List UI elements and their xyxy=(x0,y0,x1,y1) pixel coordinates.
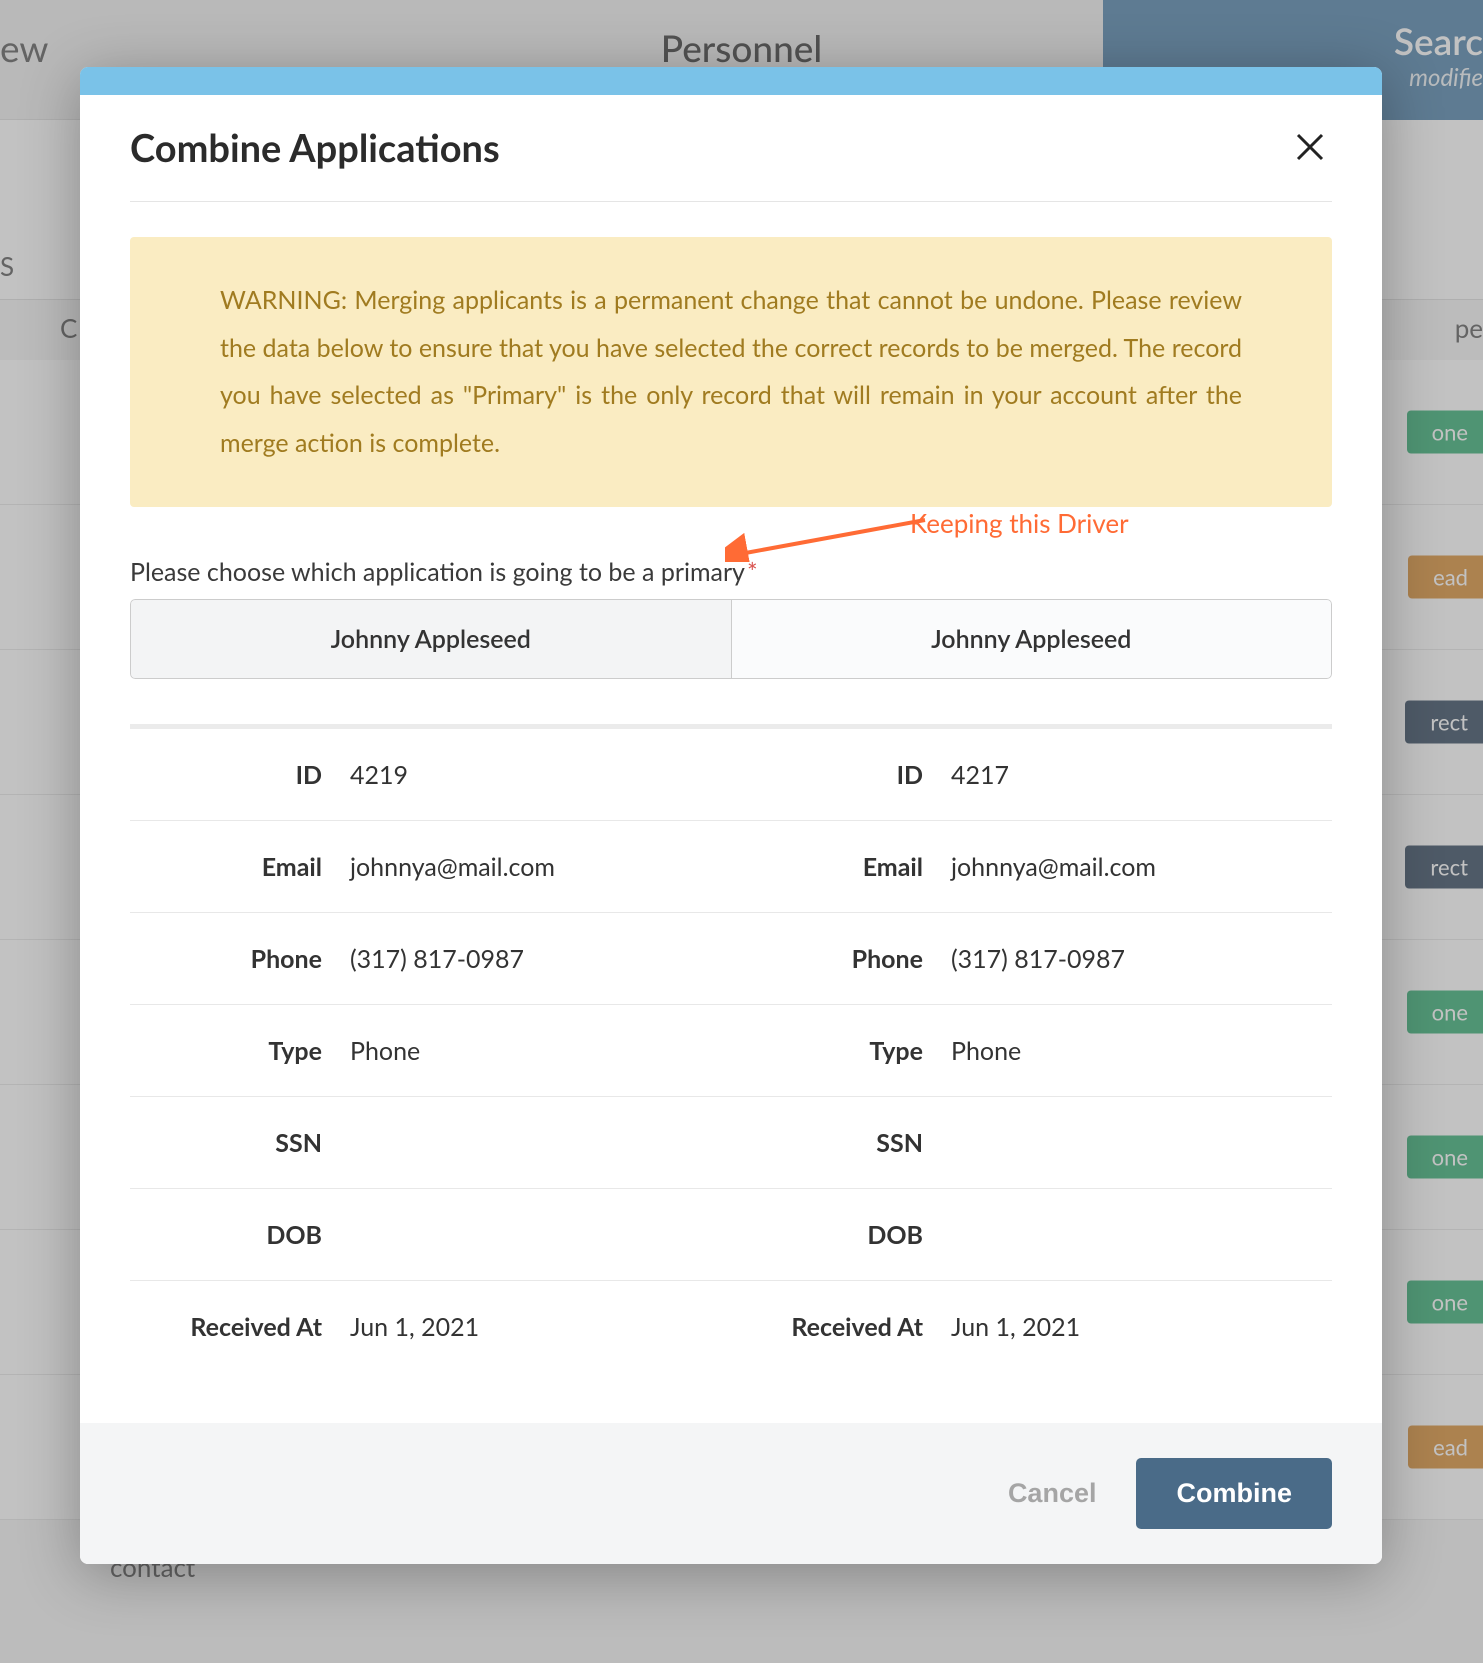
row-ssn: SSN xyxy=(130,1097,731,1189)
row-dob: DOB xyxy=(130,1189,731,1281)
choose-primary-text: Please choose which application is going… xyxy=(130,557,745,587)
left-column: ID 4219 Email johnnya@mail.com Phone (31… xyxy=(130,729,731,1373)
row-type: Type Phone xyxy=(731,1005,1332,1097)
value-phone-left: (317) 817-0987 xyxy=(350,944,524,974)
label-received: Received At xyxy=(731,1312,951,1342)
row-type: Type Phone xyxy=(130,1005,731,1097)
modal-header: Combine Applications xyxy=(80,95,1382,201)
value-email-right: johnnya@mail.com xyxy=(951,852,1156,882)
label-id: ID xyxy=(130,760,350,790)
row-ssn: SSN xyxy=(731,1097,1332,1189)
label-phone: Phone xyxy=(130,944,350,974)
primary-option-left[interactable]: Johnny Appleseed xyxy=(130,599,732,679)
value-email-left: johnnya@mail.com xyxy=(350,852,555,882)
label-dob: DOB xyxy=(731,1220,951,1250)
label-id: ID xyxy=(731,760,951,790)
label-type: Type xyxy=(130,1036,350,1066)
close-icon xyxy=(1294,131,1326,163)
comparison-grid: ID 4219 Email johnnya@mail.com Phone (31… xyxy=(130,729,1332,1373)
annotation-arrow-icon xyxy=(725,512,935,562)
combine-button[interactable]: Combine xyxy=(1136,1458,1332,1529)
right-column: ID 4217 Email johnnya@mail.com Phone (31… xyxy=(731,729,1332,1373)
row-email: Email johnnya@mail.com xyxy=(731,821,1332,913)
row-id: ID 4219 xyxy=(130,729,731,821)
cancel-button[interactable]: Cancel xyxy=(1008,1478,1097,1509)
label-email: Email xyxy=(731,852,951,882)
modal-title: Combine Applications xyxy=(130,125,500,171)
modal-footer: Cancel Combine xyxy=(80,1423,1382,1564)
row-dob: DOB xyxy=(731,1189,1332,1281)
divider xyxy=(130,201,1332,202)
label-email: Email xyxy=(130,852,350,882)
label-phone: Phone xyxy=(731,944,951,974)
row-id: ID 4217 xyxy=(731,729,1332,821)
label-dob: DOB xyxy=(130,1220,350,1250)
warning-banner: WARNING: Merging applicants is a permane… xyxy=(130,237,1332,507)
value-id-right: 4217 xyxy=(951,760,1009,790)
value-type-right: Phone xyxy=(951,1036,1021,1066)
combine-applications-modal: Combine Applications WARNING: Merging ap… xyxy=(80,67,1382,1564)
row-phone: Phone (317) 817-0987 xyxy=(130,913,731,1005)
label-type: Type xyxy=(731,1036,951,1066)
label-ssn: SSN xyxy=(130,1128,350,1158)
modal-accent-bar xyxy=(80,67,1382,95)
primary-option-right[interactable]: Johnny Appleseed xyxy=(732,599,1333,679)
modal-body: WARNING: Merging applicants is a permane… xyxy=(80,237,1382,1423)
value-received-right: Jun 1, 2021 xyxy=(951,1312,1080,1342)
row-received: Received At Jun 1, 2021 xyxy=(130,1281,731,1373)
label-received: Received At xyxy=(130,1312,350,1342)
value-received-left: Jun 1, 2021 xyxy=(350,1312,479,1342)
value-id-left: 4219 xyxy=(350,760,408,790)
value-phone-right: (317) 817-0987 xyxy=(951,944,1125,974)
row-received: Received At Jun 1, 2021 xyxy=(731,1281,1332,1373)
row-email: Email johnnya@mail.com xyxy=(130,821,731,913)
label-ssn: SSN xyxy=(731,1128,951,1158)
value-type-left: Phone xyxy=(350,1036,420,1066)
row-phone: Phone (317) 817-0987 xyxy=(731,913,1332,1005)
primary-selector: Johnny Appleseed Johnny Appleseed xyxy=(130,599,1332,679)
close-button[interactable] xyxy=(1288,128,1332,168)
annotation-text: Keeping this Driver xyxy=(910,507,1129,539)
